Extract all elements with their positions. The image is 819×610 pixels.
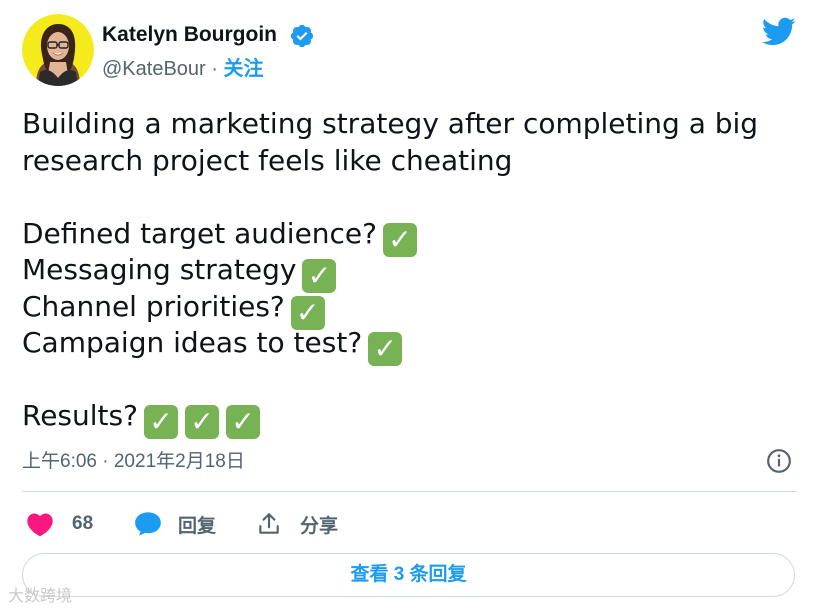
tweet-line: Campaign ideas to test? ✓ [22, 325, 802, 366]
tweet-line: Results? ✓ ✓ ✓ [22, 398, 802, 439]
view-replies-button[interactable]: 查看 3 条回复 [22, 553, 795, 597]
tweet-line: Building a marketing strategy after comp… [22, 107, 759, 140]
separator-dot: · [211, 58, 218, 80]
like-count: 68 [72, 513, 94, 534]
follow-button[interactable]: 关注 [224, 58, 264, 80]
check-mark-icon: ✓ [368, 332, 403, 366]
check-mark-icon: ✓ [184, 405, 219, 439]
author-name[interactable]: Katelyn Bourgoin [102, 22, 277, 48]
tweet-line: Messaging strategy ✓ [22, 252, 802, 293]
handle-row: @KateBour · 关注 [102, 56, 264, 82]
reply-label: 回复 [178, 515, 217, 537]
verified-badge-icon [290, 24, 314, 48]
avatar[interactable] [22, 14, 94, 86]
tweet-timestamp[interactable]: 上午6:06 · 2021年2月18日 [22, 449, 245, 475]
speech-bubble-icon [135, 512, 161, 536]
reply-button[interactable]: 回复 [134, 505, 216, 543]
tweet-card: Katelyn Bourgoin @KateBour · 关注 Building… [0, 0, 819, 610]
check-mark-icon: ✓ [225, 405, 260, 439]
check-mark-icon: ✓ [302, 259, 337, 293]
divider [22, 491, 797, 492]
watermark: 大数跨境 [8, 582, 72, 606]
twitter-bird-icon[interactable] [760, 14, 798, 48]
tweet-line: research project feels like cheating [22, 143, 513, 177]
check-mark-icon: ✓ [143, 405, 178, 439]
share-upload-icon [259, 513, 279, 534]
author-handle[interactable]: @KateBour [102, 58, 206, 80]
watermark-text: 大数跨境 [8, 588, 73, 605]
tweet-line: Channel priorities? ✓ [22, 289, 802, 330]
like-button[interactable]: 68 [26, 505, 93, 543]
check-mark-icon: ✓ [383, 222, 418, 257]
heart-icon [27, 513, 53, 537]
share-label: 分享 [300, 515, 339, 537]
share-button[interactable]: 分享 [256, 505, 338, 543]
tweet-line: Defined target audience? ✓ [22, 216, 802, 257]
tweet-text: Building a marketing strategy after comp… [22, 106, 802, 439]
info-icon[interactable] [766, 448, 792, 474]
